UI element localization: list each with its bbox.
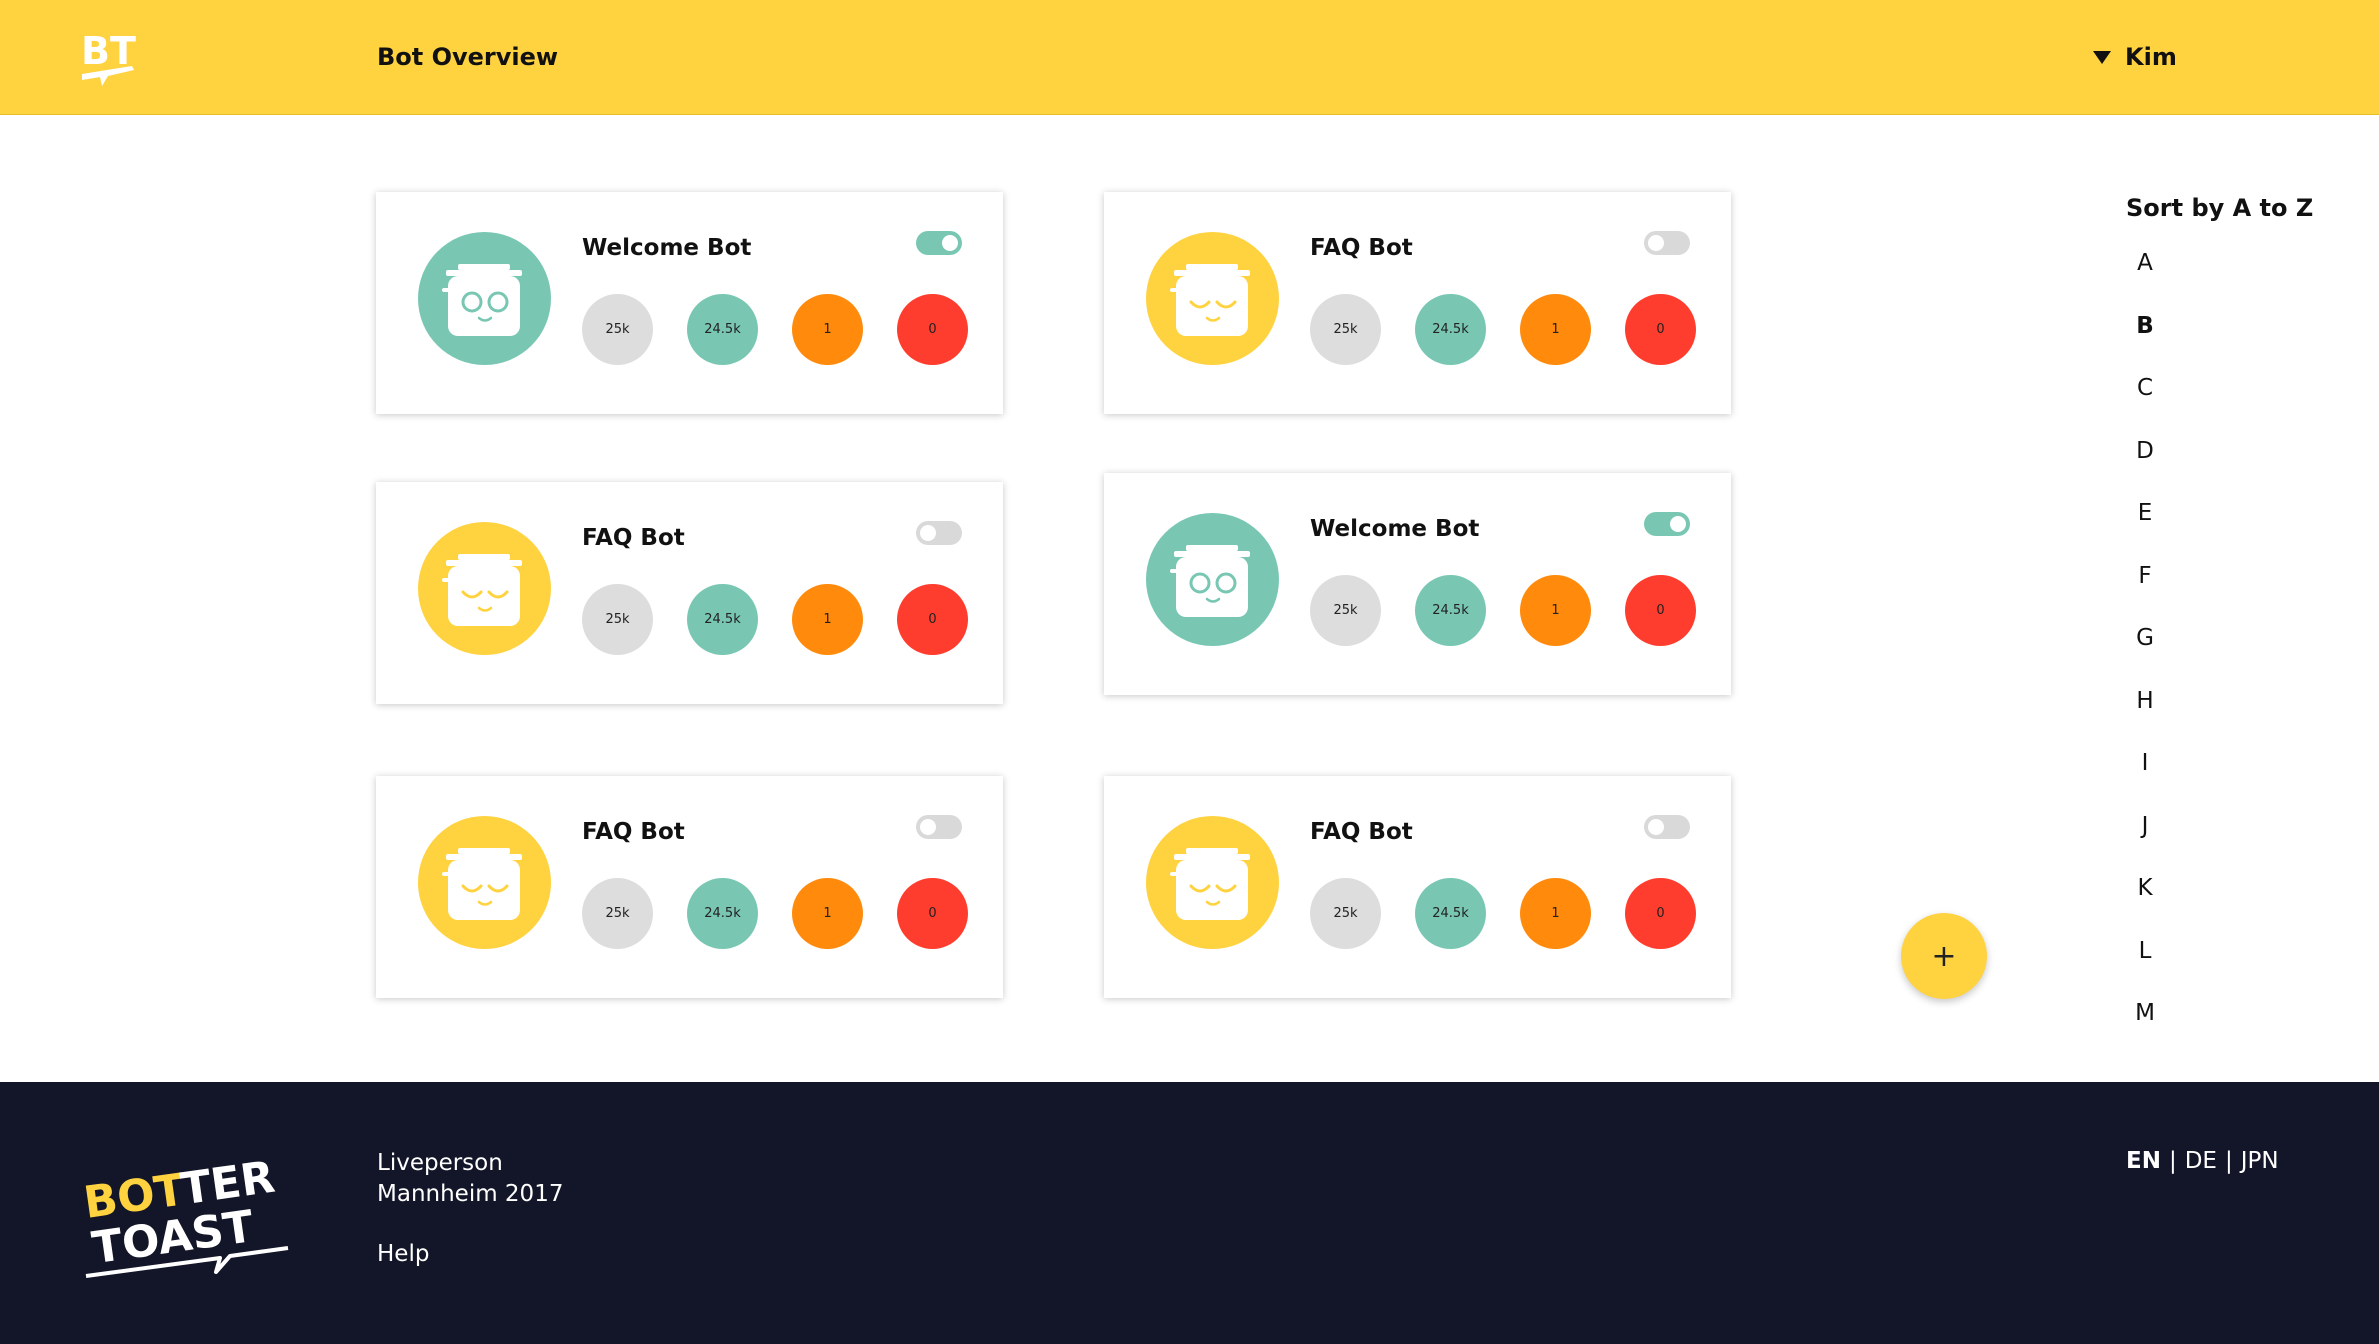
language-option-jpn[interactable]: JPN [2241,1148,2279,1174]
bot-avatar-icon [418,816,551,949]
sort-letter-c[interactable]: C [2126,375,2164,438]
bot-stats: 25k 24.5k 1 0 [582,878,968,949]
bot-avatar-icon [418,232,551,365]
sort-letter-k[interactable]: K [2126,875,2164,938]
sort-letter-j[interactable]: J [2126,813,2164,876]
bot-avatar-icon [1146,232,1279,365]
language-switcher: EN | DE | JPN [2126,1148,2279,1174]
sort-letter-m[interactable]: M [2126,1000,2164,1063]
toggle-knob [1648,235,1664,251]
user-name[interactable]: Kim [2125,43,2177,71]
bot-card[interactable]: FAQ Bot 25k 24.5k 1 0 [376,776,1003,998]
bot-enable-toggle[interactable] [1644,512,1690,536]
stat-bubble-orange: 1 [1520,575,1591,646]
bot-card[interactable]: Welcome Bot 25k 24.5k 1 0 [1104,473,1731,695]
bot-stats: 25k 24.5k 1 0 [582,294,968,365]
stat-bubble-red: 0 [1625,878,1696,949]
bot-avatar-icon [418,522,551,655]
sort-letter-e[interactable]: E [2126,500,2164,563]
stat-bubble-orange: 1 [1520,294,1591,365]
stat-bubble-teal: 24.5k [687,294,758,365]
language-separator: | [2168,1148,2177,1174]
stat-bubble-red: 0 [1625,294,1696,365]
company-location: Mannheim 2017 [377,1181,564,1207]
stat-bubble-gray: 25k [582,878,653,949]
bot-enable-toggle[interactable] [916,521,962,545]
stat-bubble-orange: 1 [792,294,863,365]
stat-bubble-gray: 25k [1310,294,1381,365]
user-menu[interactable]: Kim [2093,43,2177,71]
bot-card[interactable]: FAQ Bot 25k 24.5k 1 0 [1104,776,1731,998]
stat-bubble-teal: 24.5k [1415,878,1486,949]
stat-bubble-gray: 25k [1310,575,1381,646]
sort-letter-l[interactable]: L [2126,938,2164,1001]
footer-company-info: Liveperson Mannheim 2017 [377,1148,563,1210]
sort-letter-f[interactable]: F [2126,563,2164,626]
stat-bubble-red: 0 [897,584,968,655]
sort-letter-i[interactable]: I [2126,750,2164,813]
stat-bubble-gray: 25k [1310,878,1381,949]
footer [0,1082,2379,1344]
stat-bubble-red: 0 [897,294,968,365]
plus-icon[interactable]: + [1931,939,1956,974]
bot-card[interactable]: Welcome Bot 25k 24.5k 1 0 [376,192,1003,414]
bot-stats: 25k 24.5k 1 0 [1310,575,1696,646]
stat-bubble-teal: 24.5k [687,878,758,949]
bot-avatar-icon [1146,816,1279,949]
stat-bubble-gray: 25k [582,584,653,655]
stat-bubble-orange: 1 [1520,878,1591,949]
sort-letter-a[interactable]: A [2126,250,2164,313]
stat-bubble-teal: 24.5k [1415,575,1486,646]
stat-bubble-gray: 25k [582,294,653,365]
bot-enable-toggle[interactable] [1644,231,1690,255]
bot-stats: 25k 24.5k 1 0 [1310,878,1696,949]
stat-bubble-orange: 1 [792,584,863,655]
svg-text:BT: BT [81,29,136,73]
bot-name[interactable]: Welcome Bot [1310,516,1479,542]
toggle-knob [942,235,958,251]
sort-letter-d[interactable]: D [2126,438,2164,501]
stat-bubble-teal: 24.5k [1415,294,1486,365]
sort-letter-g[interactable]: G [2126,625,2164,688]
bot-enable-toggle[interactable] [916,231,962,255]
botter-toast-footer-logo-icon: BOT TER TOAST [81,1152,289,1278]
page-title: Bot Overview [377,43,559,71]
sort-letter-h[interactable]: H [2126,688,2164,751]
language-option-de[interactable]: DE [2185,1148,2217,1174]
sort-title: Sort by A to Z [2126,194,2314,222]
bot-enable-toggle[interactable] [916,815,962,839]
bot-card[interactable]: FAQ Bot 25k 24.5k 1 0 [376,482,1003,704]
stat-bubble-red: 0 [1625,575,1696,646]
stat-bubble-red: 0 [897,878,968,949]
add-bot-button[interactable]: + [1901,913,1987,999]
bot-avatar-icon [1146,513,1279,646]
language-separator: | [2224,1148,2233,1174]
top-bar: BT Bot Overview Kim [0,0,2379,115]
bot-stats: 25k 24.5k 1 0 [582,584,968,655]
bot-name[interactable]: FAQ Bot [582,525,685,551]
bot-name[interactable]: FAQ Bot [582,819,685,845]
bot-stats: 25k 24.5k 1 0 [1310,294,1696,365]
caret-down-icon[interactable] [2093,50,2111,64]
toggle-knob [920,525,936,541]
language-option-en[interactable]: EN [2126,1148,2161,1174]
bot-name[interactable]: FAQ Bot [1310,819,1413,845]
bot-name[interactable]: Welcome Bot [582,235,751,261]
toggle-knob [1670,516,1686,532]
company-name: Liveperson [377,1150,503,1176]
stat-bubble-orange: 1 [792,878,863,949]
botter-toast-logo-icon[interactable]: BT [78,24,140,90]
bot-card[interactable]: FAQ Bot 25k 24.5k 1 0 [1104,192,1731,414]
help-link[interactable]: Help [377,1241,429,1267]
alphabet-index: ABCDEFGHIJKLM [2126,250,2164,1063]
toggle-knob [1648,819,1664,835]
bot-name[interactable]: FAQ Bot [1310,235,1413,261]
toggle-knob [920,819,936,835]
sort-letter-b[interactable]: B [2126,313,2164,376]
stat-bubble-teal: 24.5k [687,584,758,655]
bot-enable-toggle[interactable] [1644,815,1690,839]
